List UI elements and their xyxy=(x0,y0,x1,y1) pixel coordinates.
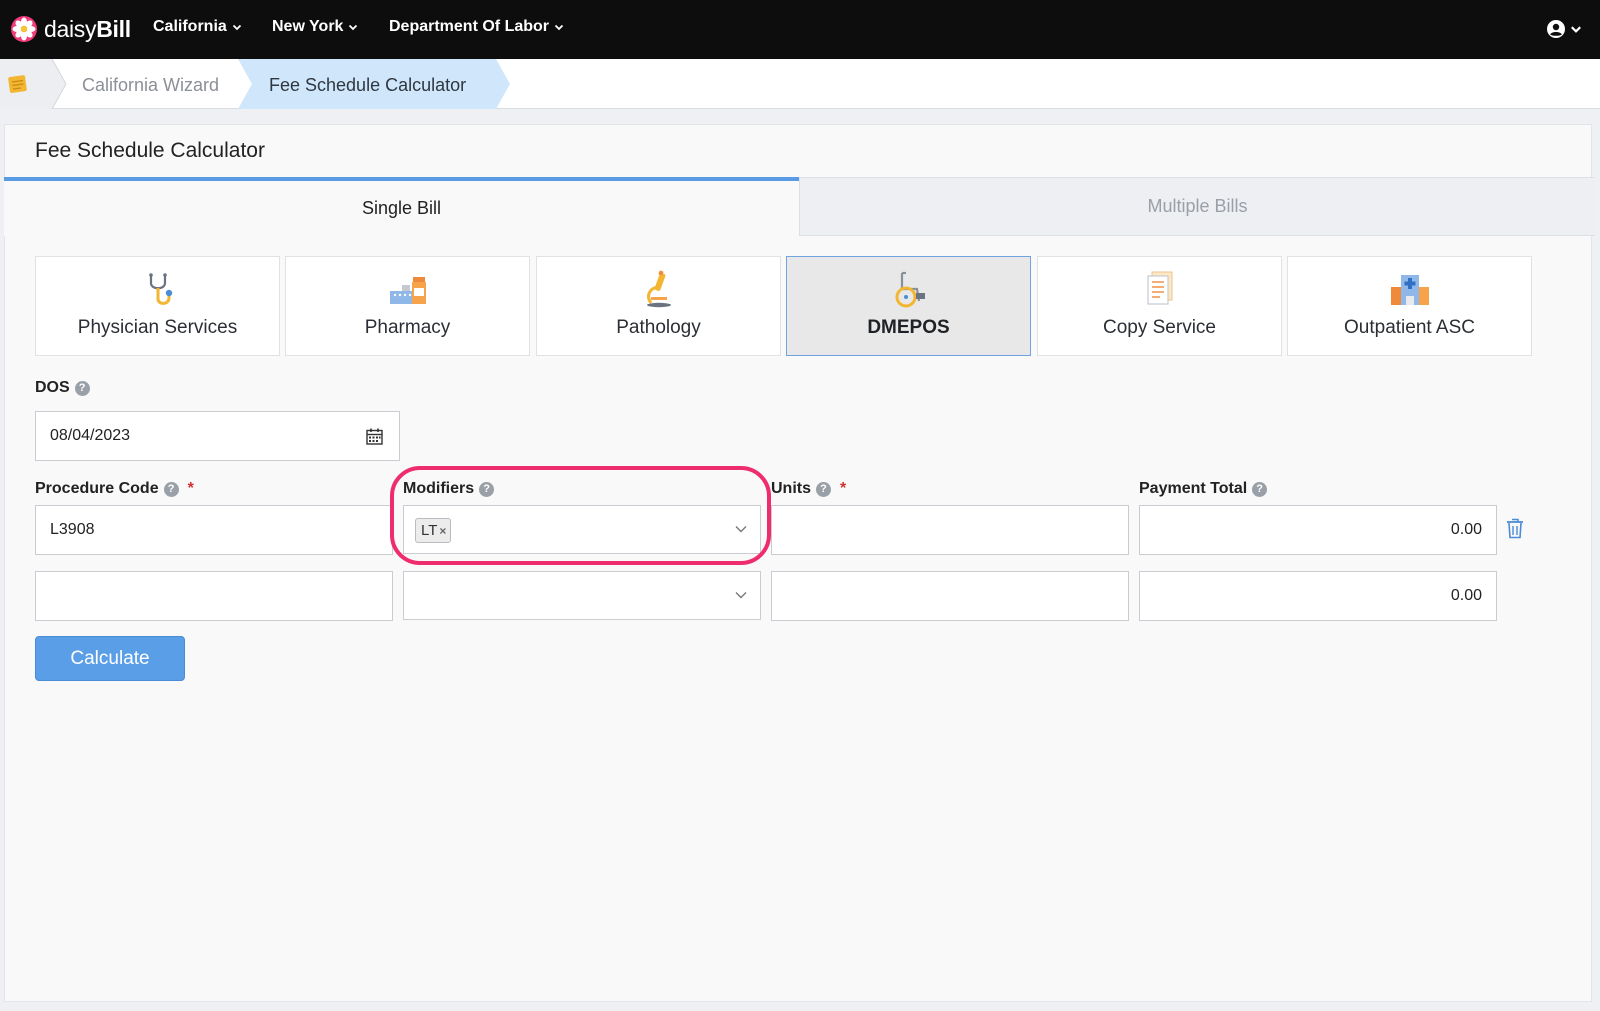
chevron-down-icon xyxy=(232,24,241,31)
category-physician-services[interactable]: Physician Services xyxy=(35,256,280,356)
breadcrumb-california-wizard[interactable]: California Wizard xyxy=(82,75,219,96)
category-dmepos-label: DMEPOS xyxy=(867,317,950,338)
required-asterisk: * xyxy=(187,480,194,497)
notepad-icon xyxy=(8,75,27,93)
top-navbar: daisyBill California New York Department… xyxy=(0,0,1600,59)
nav-california-label: California xyxy=(153,18,227,35)
required-asterisk: * xyxy=(840,480,847,497)
units-label: Units ? * xyxy=(771,480,846,498)
chevron-down-icon xyxy=(735,592,747,599)
procedure-code-label: Procedure Code ? * xyxy=(35,480,194,498)
help-icon[interactable]: ? xyxy=(163,481,179,497)
breadcrumb-fee-schedule-calculator[interactable]: Fee Schedule Calculator xyxy=(269,75,466,96)
procedure-code-field[interactable] xyxy=(35,571,393,621)
help-icon[interactable]: ? xyxy=(479,481,495,497)
breadcrumb-separator xyxy=(52,59,67,109)
modifiers-select[interactable]: LT × xyxy=(403,505,761,554)
nav-new-york-label: New York xyxy=(272,18,344,35)
nav-department-of-labor[interactable]: Department Of Labor xyxy=(389,18,564,36)
dos-field[interactable]: 08/04/2023 xyxy=(35,411,400,461)
category-pathology[interactable]: Pathology xyxy=(536,256,781,356)
chevron-down-icon xyxy=(554,24,564,31)
user-menu[interactable] xyxy=(1546,19,1582,39)
modifiers-label-text: Modifiers xyxy=(403,480,475,497)
tab-multiple-bills[interactable]: Multiple Bills xyxy=(799,177,1595,236)
category-pharmacy[interactable]: Pharmacy xyxy=(285,256,530,356)
logo-wordmark: daisyBill xyxy=(44,16,131,43)
trash-icon[interactable] xyxy=(1506,518,1524,539)
modifiers-select[interactable] xyxy=(403,571,761,620)
help-icon[interactable]: ? xyxy=(816,481,831,497)
procedure-code-field[interactable]: L3908 xyxy=(35,505,393,555)
payment-total-label-text: Payment Total xyxy=(1139,480,1248,497)
page-title: Fee Schedule Calculator xyxy=(35,139,265,162)
dos-label-text: DOS xyxy=(35,379,70,396)
units-field[interactable] xyxy=(771,571,1129,621)
dos-value: 08/04/2023 xyxy=(50,427,131,444)
procedure-code-value: L3908 xyxy=(50,521,95,538)
units-label-text: Units xyxy=(771,480,811,497)
nav-california[interactable]: California xyxy=(153,18,242,36)
payment-total-label: Payment Total ? xyxy=(1139,480,1268,498)
calculate-button[interactable]: Calculate xyxy=(35,636,185,681)
category-copy-service[interactable]: Copy Service xyxy=(1037,256,1282,356)
help-icon[interactable]: ? xyxy=(1252,481,1268,497)
payment-total-field[interactable]: 0.00 xyxy=(1139,571,1497,621)
category-outpatient-asc-label: Outpatient ASC xyxy=(1344,317,1475,338)
wheelchair-icon xyxy=(895,271,925,308)
category-copy-service-label: Copy Service xyxy=(1103,317,1216,338)
calendar-icon[interactable] xyxy=(366,428,383,445)
daisybill-logo[interactable]: daisyBill xyxy=(10,14,131,44)
stethoscope-icon xyxy=(148,273,172,305)
chevron-down-icon xyxy=(349,24,358,31)
tab-single-bill-label: Single Bill xyxy=(361,198,442,218)
payment-total-value: 0.00 xyxy=(1450,521,1482,538)
category-dmepos[interactable]: DMEPOS xyxy=(786,256,1031,356)
calculate-button-label: Calculate xyxy=(70,647,150,669)
modifier-chip-label: LT xyxy=(421,522,438,539)
nav-new-york[interactable]: New York xyxy=(272,18,358,36)
pharmacy-icon xyxy=(389,277,426,304)
logo-wordmark-bold: Bill xyxy=(96,15,131,42)
microscope-icon xyxy=(646,270,671,308)
category-pathology-label: Pathology xyxy=(616,317,701,338)
procedure-code-label-text: Procedure Code xyxy=(35,480,159,497)
tab-single-bill[interactable]: Single Bill xyxy=(4,177,799,236)
fee-schedule-panel: Fee Schedule Calculator Single Bill Mult… xyxy=(4,124,1595,1002)
logo-wordmark-light: daisy xyxy=(44,15,97,42)
modifier-chip: LT × xyxy=(415,518,452,543)
units-field[interactable] xyxy=(771,505,1129,555)
payment-total-value: 0.00 xyxy=(1450,587,1482,604)
close-icon[interactable]: × xyxy=(439,524,446,538)
help-icon[interactable]: ? xyxy=(74,380,90,396)
breadcrumb-home[interactable] xyxy=(0,59,52,109)
nav-department-of-labor-label: Department Of Labor xyxy=(389,18,550,35)
dos-label: DOS ? xyxy=(35,379,90,397)
category-pharmacy-label: Pharmacy xyxy=(364,317,451,338)
chevron-down-icon xyxy=(735,526,747,533)
hospital-icon xyxy=(1390,275,1429,305)
user-circle-icon xyxy=(1547,20,1565,38)
tab-multiple-bills-label: Multiple Bills xyxy=(1147,196,1248,216)
payment-total-field[interactable]: 0.00 xyxy=(1139,505,1497,555)
modifiers-label: Modifiers ? xyxy=(403,480,495,498)
breadcrumb: California Wizard Fee Schedule Calculato… xyxy=(0,59,1600,109)
category-physician-services-label: Physician Services xyxy=(77,317,238,338)
category-outpatient-asc[interactable]: Outpatient ASC xyxy=(1287,256,1532,356)
daisy-flower-icon xyxy=(11,16,37,42)
document-icon xyxy=(1146,271,1172,305)
chevron-down-icon xyxy=(1571,26,1581,33)
